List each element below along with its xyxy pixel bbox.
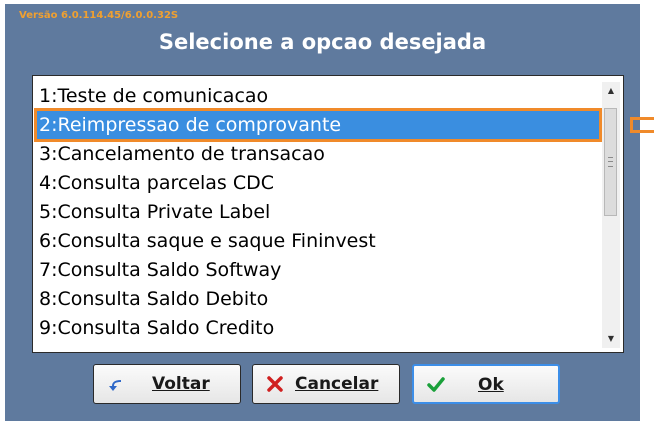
dialog-title: Selecione a opcao desejada xyxy=(158,30,487,54)
ok-button[interactable]: Ok xyxy=(412,364,560,404)
list-item[interactable]: 4:Consulta parcelas CDC xyxy=(37,169,599,197)
version-label: Versão 6.0.114.45/6.0.0.32S xyxy=(19,10,179,21)
scroll-up-arrow-icon[interactable]: ▲ xyxy=(602,82,620,100)
cancelar-label: Cancelar xyxy=(295,374,379,394)
red-x-icon xyxy=(267,376,283,392)
cancelar-button[interactable]: Cancelar xyxy=(252,364,400,404)
options-list: 1:Teste de comunicacao 2:Reimpressao de … xyxy=(34,82,602,348)
ok-label: Ok xyxy=(478,375,504,395)
list-item[interactable]: 3:Cancelamento de transacao xyxy=(37,140,599,168)
list-item[interactable]: 9:Consulta Saldo Credito xyxy=(37,314,599,342)
options-listbox[interactable]: 1:Teste de comunicacao 2:Reimpressao de … xyxy=(32,75,624,353)
list-item[interactable]: 7:Consulta Saldo Softway xyxy=(37,256,599,284)
green-check-icon xyxy=(427,377,445,392)
list-item-selected[interactable]: 2:Reimpressao de comprovante xyxy=(34,108,602,142)
list-item[interactable]: 6:Consulta saque e saque Fininvest xyxy=(37,227,599,255)
voltar-button[interactable]: Voltar xyxy=(93,364,241,404)
back-arrow-icon xyxy=(109,380,121,391)
grip-icon xyxy=(608,157,613,167)
scrollbar-thumb[interactable] xyxy=(604,108,617,216)
list-item[interactable]: 1:Teste de comunicacao xyxy=(37,82,599,110)
list-item[interactable]: 8:Consulta Saldo Debito xyxy=(37,285,599,313)
vertical-scrollbar[interactable]: ▲ ▼ xyxy=(602,82,620,348)
list-item[interactable]: 5:Consulta Private Label xyxy=(37,198,599,226)
voltar-label: Voltar xyxy=(152,374,210,394)
scroll-down-arrow-icon[interactable]: ▼ xyxy=(602,330,620,348)
option-dialog: Versão 6.0.114.45/6.0.0.32S Selecione a … xyxy=(5,4,640,421)
highlight-connector xyxy=(630,117,654,133)
